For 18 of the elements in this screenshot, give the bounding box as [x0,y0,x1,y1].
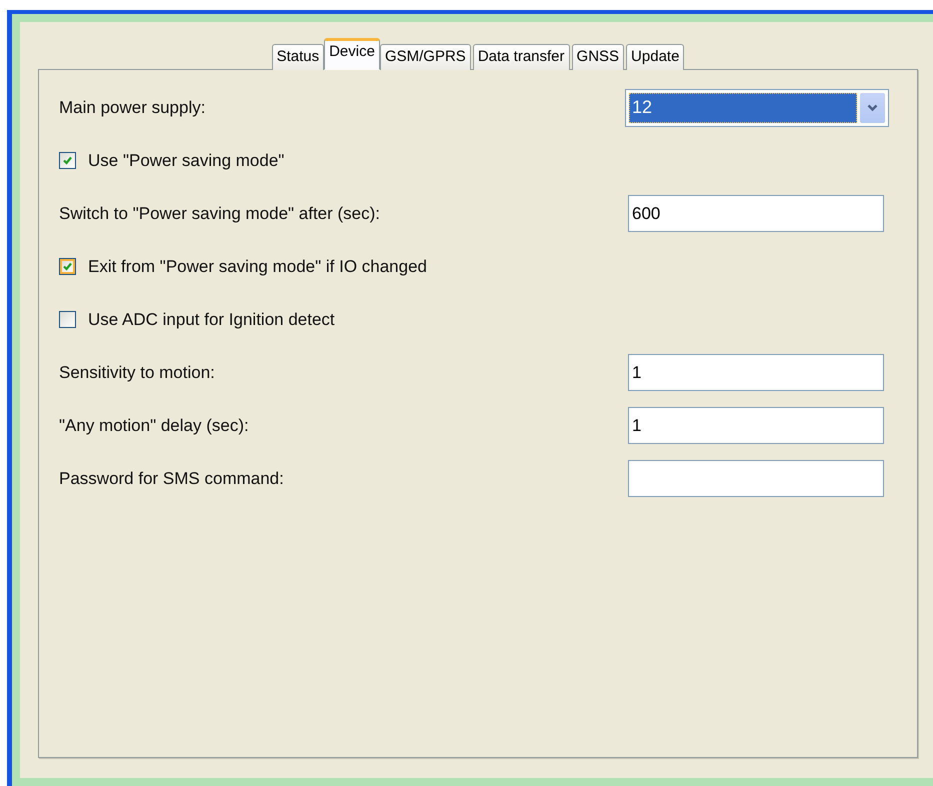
tab[interactable]: Device [324,38,380,70]
field-label: Main power supply: [59,98,206,118]
field-label: Sensitivity to motion: [59,362,215,382]
tab[interactable]: Data transfer [472,44,570,70]
tab[interactable]: GNSS [572,44,624,70]
tab[interactable]: GSM/GPRS [380,44,471,70]
tab[interactable]: Update [626,44,684,70]
field-label: "Any motion" delay (sec): [59,416,249,436]
field-label: Password for SMS command: [59,468,284,488]
tab[interactable]: Status [272,44,324,70]
input-field[interactable]: 1 [628,354,884,391]
field-label: Switch to "Power saving mode" after (sec): [59,204,380,224]
input-field[interactable]: 1 [628,407,884,444]
checkbox-label: Use "Power saving mode" [88,150,284,170]
checkbox-label: Use ADC input for Ignition detect [88,310,335,330]
input-field[interactable]: 600 [628,195,884,232]
checkbox-label: Exit from "Power saving mode" if IO changed [88,256,427,276]
dropdown[interactable]: 12 [625,88,889,126]
